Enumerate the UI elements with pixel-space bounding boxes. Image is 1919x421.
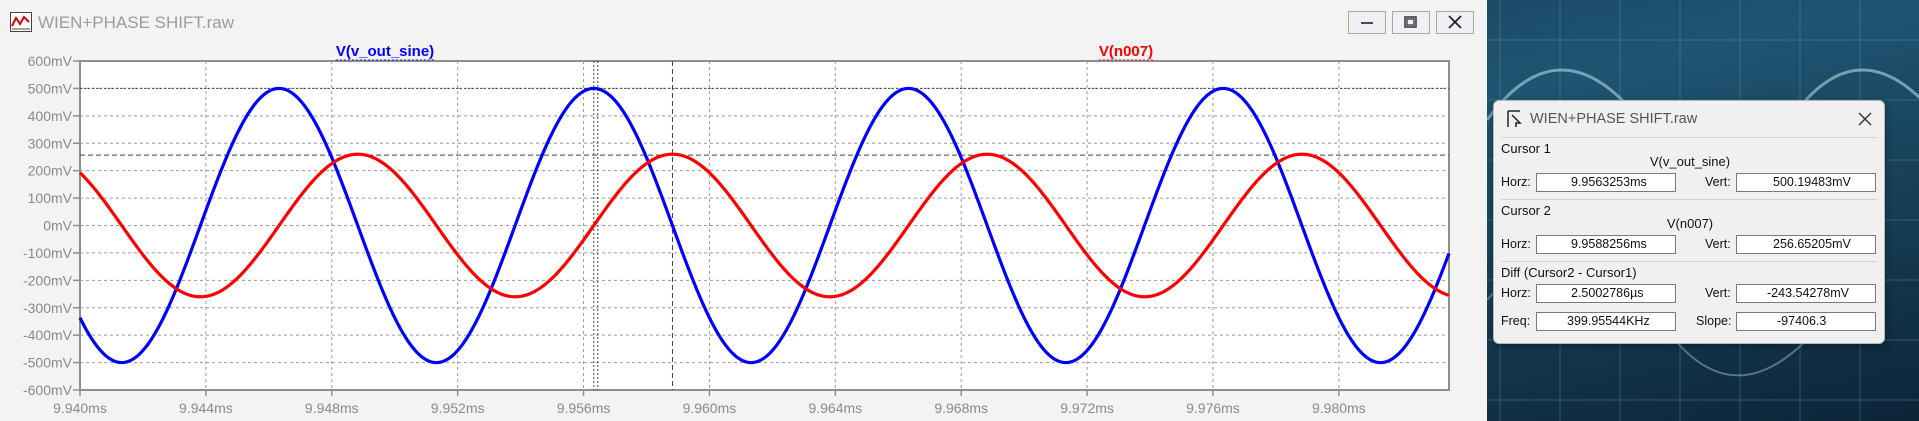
slope-label: Slope: <box>1696 314 1732 328</box>
x-tick-label: 9.952ms <box>431 400 485 416</box>
y-tick-label: 0mV <box>43 218 72 234</box>
x-tick-label: 9.964ms <box>808 400 862 416</box>
waveform-plot[interactable]: 600mV 500mV 400mV 300mV 200mV 100mV 0mV -100mV -… <box>0 44 1487 421</box>
y-tick-label: 200mV <box>28 163 73 179</box>
y-tick-label: -500mV <box>23 355 73 371</box>
maximize-button[interactable] <box>1392 11 1430 34</box>
y-tick-label: -600mV <box>23 382 73 398</box>
diff-vert-field[interactable]: -243.54278mV <box>1736 284 1876 303</box>
diff-heading: Diff (Cursor2 - Cursor1) <box>1501 265 1637 280</box>
freq-label: Freq: <box>1501 314 1531 328</box>
x-tick-label: 9.948ms <box>305 400 359 416</box>
cursor1-trace: V(v_out_sine) <box>1649 154 1731 169</box>
y-tick-label: 100mV <box>28 190 73 206</box>
waveform-app-icon <box>10 12 32 32</box>
cursor2-vert-label: Vert: <box>1705 237 1731 251</box>
cursor2-horz-field[interactable]: 9.9588256ms <box>1536 235 1676 254</box>
cursor1-horz-label: Horz: <box>1501 175 1531 189</box>
y-tick-label: -200mV <box>23 272 73 288</box>
cursor2-vert-field[interactable]: 256.65205mV <box>1736 235 1876 254</box>
cursor2-horz-label: Horz: <box>1501 237 1531 251</box>
diff-horz-label: Horz: <box>1501 286 1531 300</box>
divider <box>1501 199 1877 200</box>
x-tick-label: 9.944ms <box>179 400 233 416</box>
y-tick-label: -400mV <box>23 327 73 343</box>
minimize-icon <box>1361 22 1373 24</box>
x-tick-label: 9.972ms <box>1060 400 1114 416</box>
x-tick-label: 9.980ms <box>1312 400 1366 416</box>
waveform-window: WIEN+PHASE SHIFT.raw 600mV 500mV 400mV 300m… <box>0 0 1487 421</box>
x-tick-label: 9.940ms <box>53 400 107 416</box>
y-tick-label: 400mV <box>28 108 73 124</box>
window-title: WIEN+PHASE SHIFT.raw <box>38 13 235 32</box>
y-tick-label: -300mV <box>23 300 73 316</box>
y-tick-label: 500mV <box>28 80 73 96</box>
close-icon <box>1448 15 1462 29</box>
x-tick-label: 9.968ms <box>934 400 988 416</box>
freq-field[interactable]: 399.95544KHz <box>1536 312 1676 331</box>
restore-icon <box>1404 16 1417 28</box>
minimize-button[interactable] <box>1348 11 1386 34</box>
x-tick-label: 9.956ms <box>557 400 611 416</box>
window-titlebar[interactable]: WIEN+PHASE SHIFT.raw <box>0 0 1487 44</box>
x-tick-label: 9.960ms <box>683 400 737 416</box>
y-tick-label: -100mV <box>23 245 73 261</box>
trace-label[interactable]: V(n007) <box>1099 44 1153 60</box>
cursor1-vert-label: Vert: <box>1705 175 1731 189</box>
y-tick-label: 600mV <box>28 53 73 69</box>
y-tick-label: 300mV <box>28 135 73 151</box>
slope-field[interactable]: -97406.3 <box>1736 312 1876 331</box>
dialog-title: WIEN+PHASE SHIFT.raw <box>1530 111 1698 127</box>
x-tick-label: 9.976ms <box>1186 400 1240 416</box>
close-button[interactable] <box>1436 11 1474 34</box>
dialog-close-icon[interactable] <box>1856 110 1874 128</box>
cursor-readout-dialog: WIEN+PHASE SHIFT.raw Cursor 1 V(v_out_si… <box>1493 100 1885 344</box>
cursor2-trace: V(n007) <box>1666 216 1714 231</box>
cursor1-vert-field[interactable]: 500.19483mV <box>1736 173 1876 192</box>
trace-label[interactable]: V(v_out_sine) <box>336 44 434 60</box>
divider <box>1501 137 1877 138</box>
cursor1-horz-field[interactable]: 9.9563253ms <box>1536 173 1676 192</box>
cursor-icon <box>1507 110 1522 127</box>
diff-vert-label: Vert: <box>1705 286 1731 300</box>
divider <box>1501 261 1877 262</box>
diff-horz-field[interactable]: 2.5002786µs <box>1536 284 1676 303</box>
